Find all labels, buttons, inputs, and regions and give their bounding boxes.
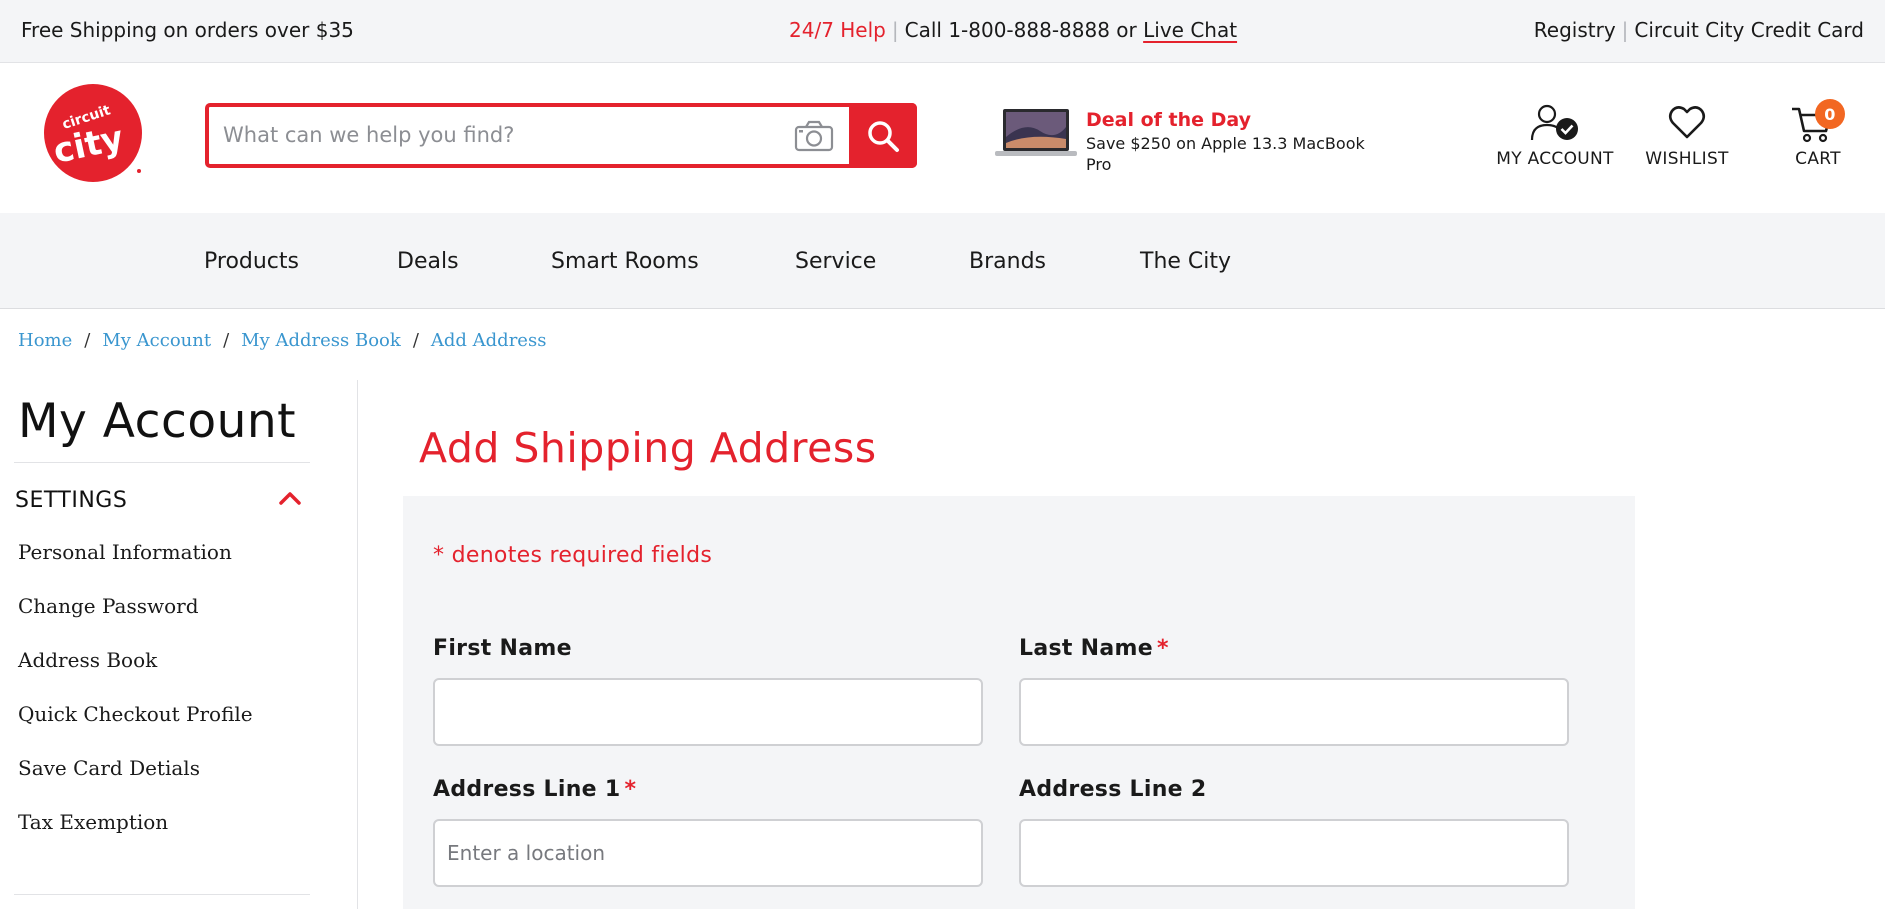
sidebar-item-address-book[interactable]: Address Book [18, 648, 157, 672]
main-nav: Products Deals Smart Rooms Service Brand… [0, 213, 1885, 309]
cart-count-badge: 0 [1815, 99, 1845, 129]
sidebar-item-quick-checkout-profile[interactable]: Quick Checkout Profile [18, 702, 253, 726]
page-title: Add Shipping Address [419, 424, 877, 472]
address-line-2-label: Address Line 2 [1019, 777, 1206, 802]
nav-service[interactable]: Service [795, 249, 876, 274]
divider: | [891, 18, 899, 42]
required-asterisk: * [624, 777, 637, 802]
search-input[interactable] [223, 118, 783, 152]
cart-button[interactable]: 0 CART [1778, 99, 1858, 169]
my-account-button[interactable]: MY ACCOUNT [1493, 103, 1617, 169]
deal-title: Deal of the Day [1086, 109, 1252, 131]
nav-deals[interactable]: Deals [397, 249, 459, 274]
top-links: Registry | Circuit City Credit Card [1534, 18, 1864, 42]
divider [14, 462, 310, 463]
address-form: * denotes required fields First Name Las… [403, 496, 1635, 909]
wishlist-button[interactable]: WISHLIST [1637, 103, 1737, 169]
sidebar-item-tax-exemption[interactable]: Tax Exemption [18, 810, 168, 834]
breadcrumb-add-address[interactable]: Add Address [431, 330, 547, 351]
nav-products[interactable]: Products [204, 249, 299, 274]
search-button[interactable] [849, 103, 917, 168]
sidebar-title: My Account [18, 394, 297, 449]
credit-card-link[interactable]: Circuit City Credit Card [1634, 18, 1864, 42]
breadcrumb: Home / My Account / My Address Book / Add Addr… [18, 330, 546, 351]
nav-smart-rooms[interactable]: Smart Rooms [551, 249, 699, 274]
free-shipping-text: Free Shipping on orders over $35 [21, 18, 354, 42]
sidebar-item-personal-information[interactable]: Personal Information [18, 540, 232, 564]
search-icon [868, 120, 899, 152]
divider [14, 894, 310, 895]
account-sidebar: My Account SETTINGS Personal Information… [0, 380, 358, 909]
settings-heading[interactable]: SETTINGS [15, 488, 127, 513]
required-fields-note: * denotes required fields [433, 543, 713, 568]
wishlist-label: WISHLIST [1645, 149, 1729, 169]
deal-description: Save $250 on Apple 13.3 MacBook Pro [1086, 134, 1365, 174]
cart-label: CART [1795, 149, 1841, 169]
first-name-label-text: First Name [433, 636, 572, 661]
divider: | [1621, 18, 1629, 42]
first-name-field[interactable] [433, 678, 983, 746]
last-name-label-text: Last Name [1019, 636, 1153, 661]
breadcrumb-separator: / [84, 330, 91, 351]
last-name-label: Last Name * [1019, 636, 1169, 661]
macbook-image [995, 109, 1077, 156]
address-line-1-label-text: Address Line 1 [433, 777, 621, 802]
sidebar-item-save-card-details[interactable]: Save Card Detials [18, 756, 200, 780]
search-bar [205, 103, 917, 168]
registry-link[interactable]: Registry [1534, 18, 1616, 42]
camera-icon[interactable] [794, 120, 834, 152]
help-line: 24/7 Help | Call 1-800-888-8888 or Live Ch… [789, 18, 1237, 42]
breadcrumb-address-book[interactable]: My Address Book [241, 330, 401, 351]
breadcrumb-my-account[interactable]: My Account [102, 330, 211, 351]
deal-of-the-day[interactable]: Deal of the Day Save $250 on Apple 13.3 … [995, 103, 1375, 174]
address-line-2-field[interactable] [1019, 819, 1569, 887]
address-line-2-label-text: Address Line 2 [1019, 777, 1207, 802]
first-name-label: First Name [433, 636, 572, 661]
my-account-label: MY ACCOUNT [1496, 149, 1614, 169]
heart-icon [1668, 106, 1706, 139]
breadcrumb-home[interactable]: Home [18, 330, 72, 351]
call-text: Call 1-800-888-8888 or [904, 18, 1137, 42]
account-icon [1530, 104, 1578, 141]
help-text: 24/7 Help [789, 18, 886, 42]
live-chat-link[interactable]: Live Chat [1143, 18, 1237, 42]
nav-brands[interactable]: Brands [969, 249, 1046, 274]
last-name-field[interactable] [1019, 678, 1569, 746]
breadcrumb-separator: / [412, 330, 419, 351]
required-asterisk: * [1156, 636, 1169, 661]
nav-the-city[interactable]: The City [1140, 249, 1231, 274]
top-bar: Free Shipping on orders over $35 24/7 He… [0, 0, 1885, 63]
breadcrumb-separator: / [223, 330, 230, 351]
address-line-1-field[interactable] [433, 819, 983, 887]
header: circuit city What can we help you find? … [0, 63, 1885, 213]
circuit-city-logo[interactable]: circuit city [43, 83, 145, 185]
chevron-up-icon[interactable] [278, 490, 302, 506]
address-line-1-label: Address Line 1 * [433, 777, 636, 802]
sidebar-item-change-password[interactable]: Change Password [18, 594, 199, 618]
